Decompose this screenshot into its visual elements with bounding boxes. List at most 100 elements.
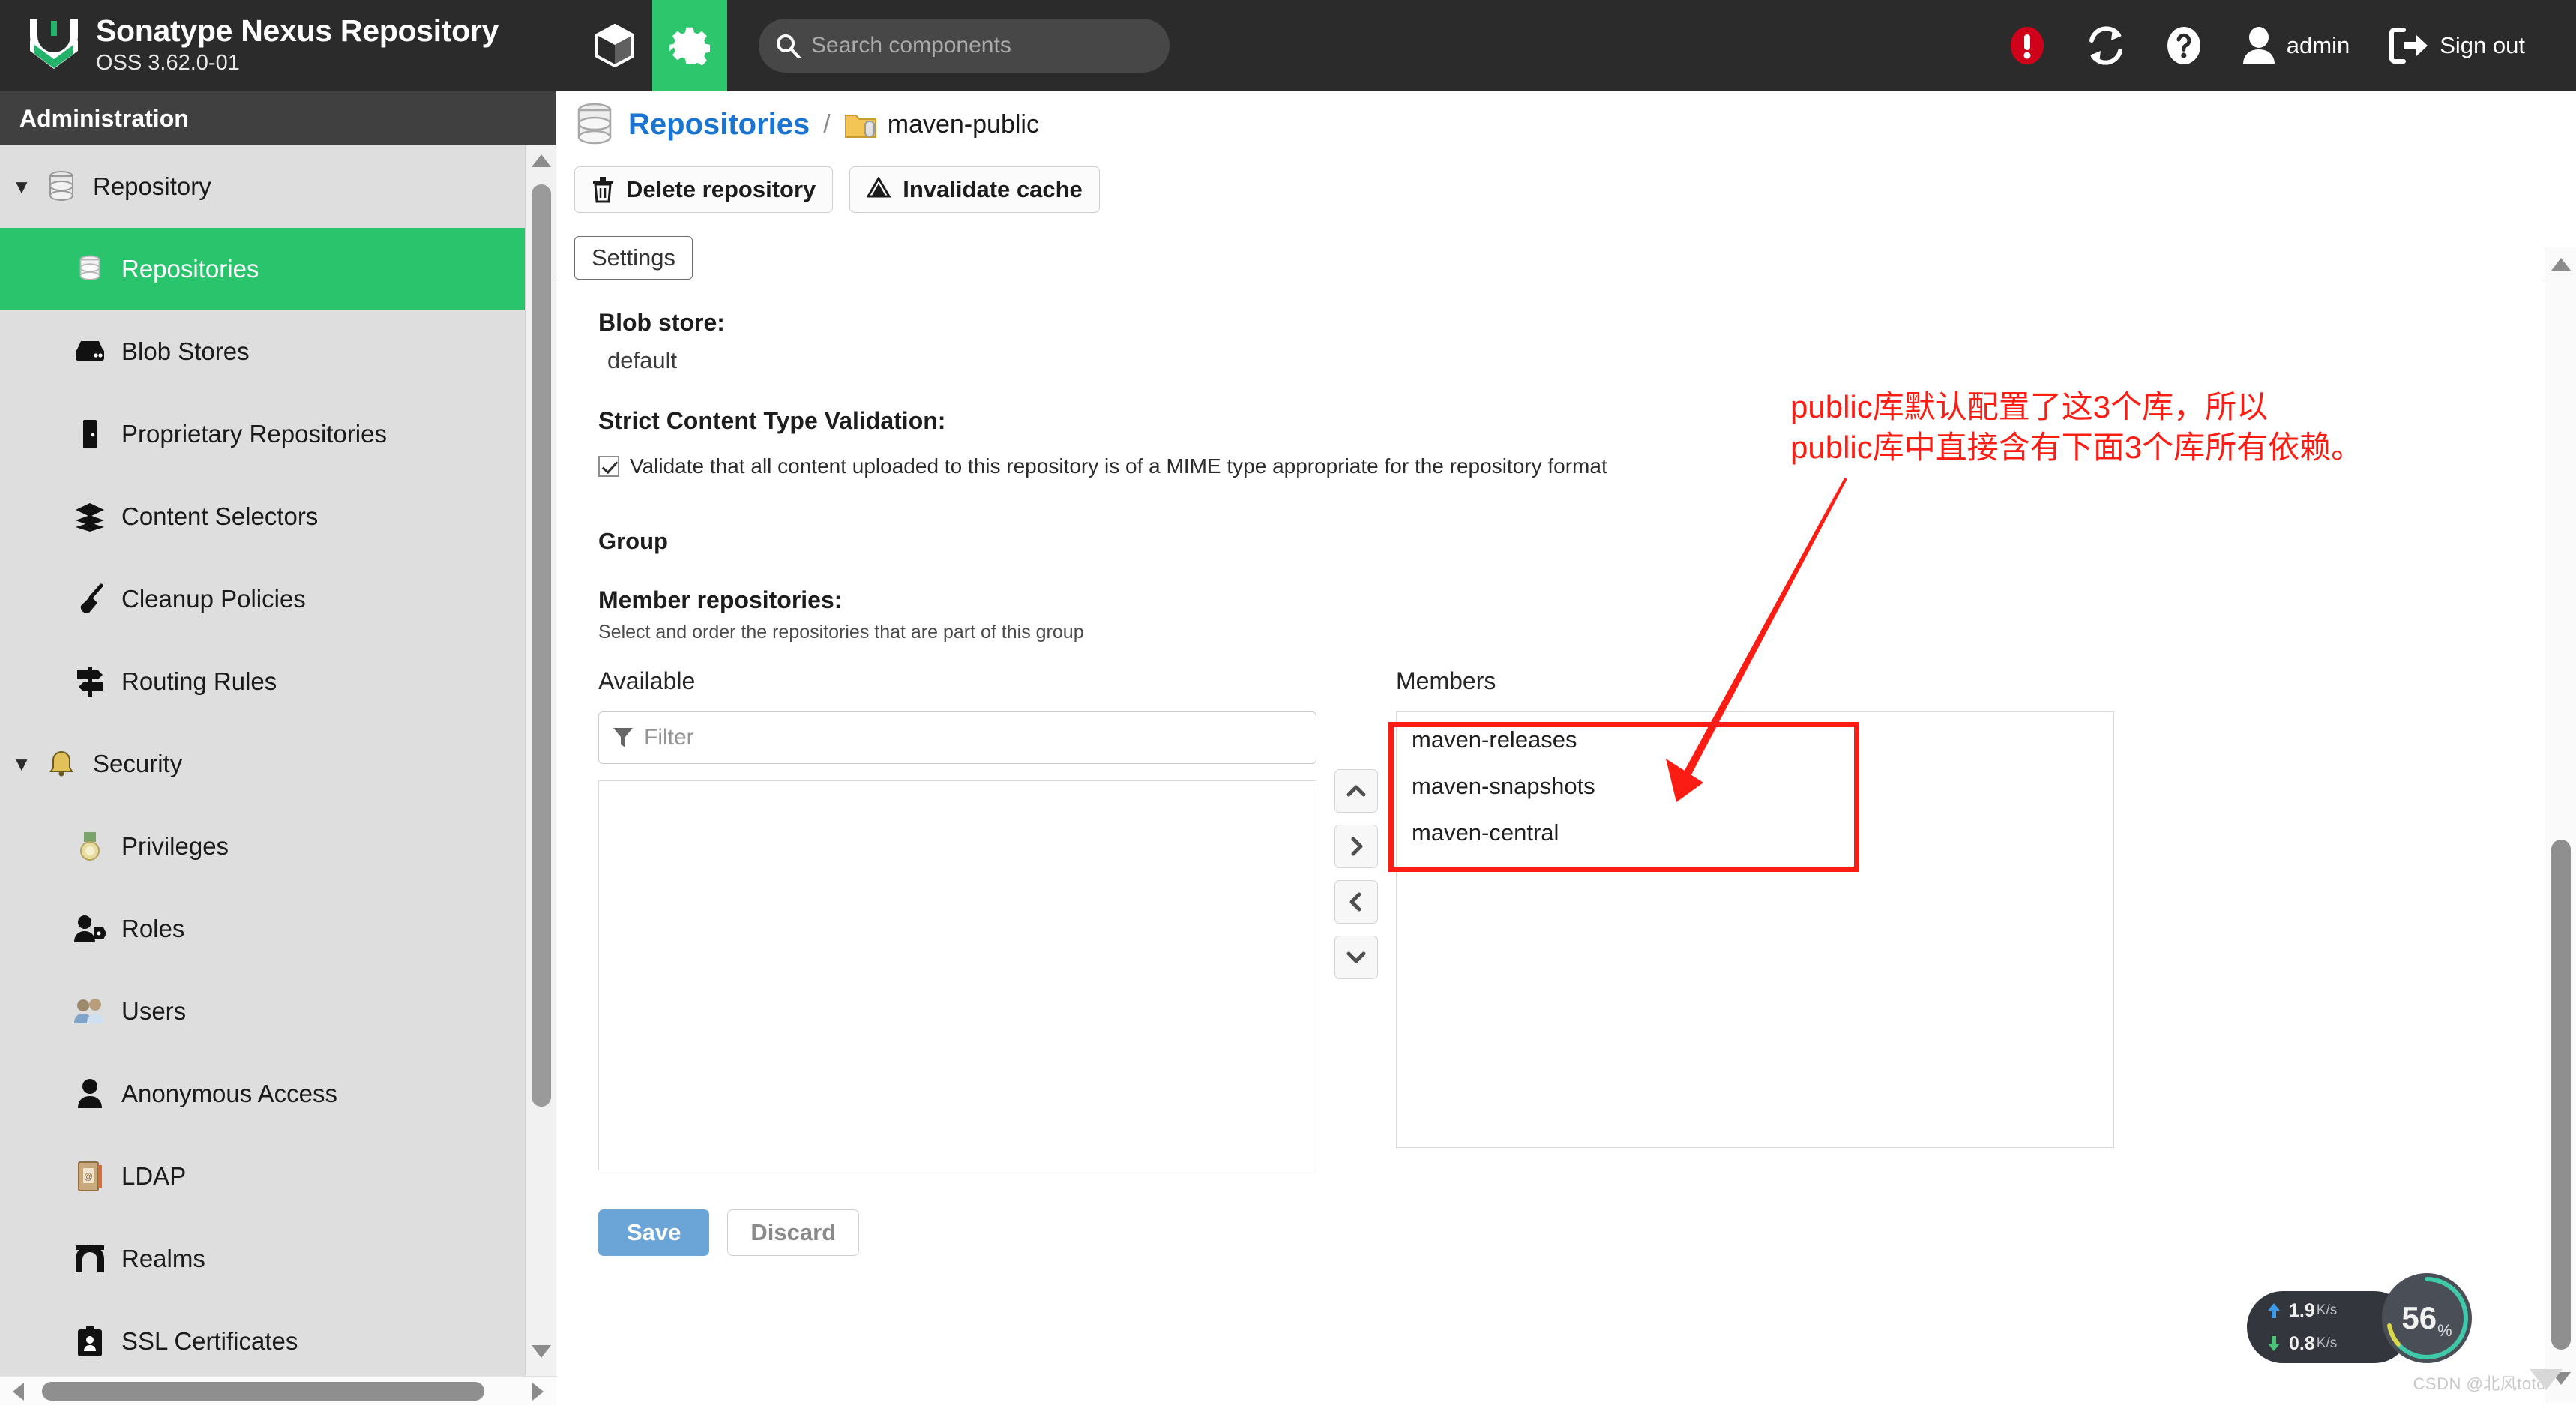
- available-filter-box[interactable]: [598, 711, 1316, 764]
- sidebar-item-privileges[interactable]: Privileges: [0, 805, 556, 888]
- chevron-down-icon: ▼: [12, 753, 31, 775]
- archway-icon: [72, 1241, 108, 1277]
- move-left-button[interactable]: [1334, 880, 1378, 924]
- chevron-down-icon: ▼: [12, 175, 31, 198]
- scroll-up-icon[interactable]: [532, 154, 551, 167]
- id-badge-icon: [72, 1323, 108, 1359]
- sidebar-item-realms[interactable]: Realms: [0, 1218, 556, 1300]
- list-item[interactable]: maven-central: [1397, 810, 2113, 856]
- sidebar-item-label: Blob Stores: [121, 337, 250, 365]
- member-repositories-label: Member repositories:: [598, 586, 843, 613]
- scrollbar-thumb[interactable]: [42, 1382, 484, 1401]
- invalidate-cache-button[interactable]: Invalidate cache: [849, 166, 1100, 213]
- blob-store-label: Blob store:: [598, 309, 725, 336]
- layers-icon: [72, 499, 108, 535]
- breadcrumb: Repositories / maven-public: [556, 91, 2576, 157]
- sidebar-item-label: Privileges: [121, 832, 229, 860]
- annotation-note: public库默认配置了这3个库，所以 public库中直接含有下面3个库所有依…: [1790, 387, 2548, 468]
- sidebar-item-users[interactable]: Users: [0, 970, 556, 1053]
- scrollbar-thumb[interactable]: [2551, 840, 2571, 1350]
- nav-browse-button[interactable]: [577, 0, 652, 91]
- app-title: Sonatype Nexus Repository: [96, 13, 499, 48]
- database-icon: [72, 251, 108, 287]
- delete-repository-button[interactable]: Delete repository: [574, 166, 834, 213]
- discard-button[interactable]: Discard: [727, 1209, 860, 1256]
- network-monitor-widget[interactable]: 1.9 K/s 0.8 K/s 56 %: [2247, 1273, 2517, 1363]
- available-list[interactable]: [598, 780, 1316, 1170]
- main-vertical-scrollbar[interactable]: [2545, 247, 2576, 1402]
- search-icon: [777, 34, 801, 58]
- chevron-left-icon: [1349, 892, 1361, 912]
- sidebar-item-label: Anonymous Access: [121, 1080, 337, 1107]
- move-right-button[interactable]: [1334, 825, 1378, 868]
- move-up-button[interactable]: [1334, 769, 1378, 813]
- sidebar-item-label: Repository: [93, 172, 211, 200]
- tab-settings[interactable]: Settings: [574, 236, 693, 280]
- member-transfer-widget: Available Filter Members maven-releases …: [598, 643, 2576, 1170]
- eraser-icon: [867, 177, 891, 198]
- member-repositories-note: Select and order the repositories that a…: [598, 622, 1084, 643]
- move-down-button[interactable]: [1334, 936, 1378, 979]
- help-button[interactable]: [2146, 0, 2222, 91]
- user-tag-icon: [72, 911, 108, 947]
- download-speed-value: 0.8: [2289, 1332, 2315, 1354]
- sidebar-item-repository[interactable]: ▼ Repository: [0, 145, 556, 228]
- repository-toolbar: Delete repository Invalidate cache: [556, 157, 2576, 228]
- search-box[interactable]: [759, 19, 1170, 73]
- scroll-right-icon[interactable]: [532, 1383, 544, 1401]
- available-filter-input[interactable]: [644, 725, 1302, 750]
- sign-out-icon: [2389, 28, 2428, 64]
- sidebar-item-cleanup-policies[interactable]: Cleanup Policies: [0, 558, 556, 640]
- sidebar-item-content-selectors[interactable]: Content Selectors: [0, 475, 556, 558]
- scrollbar-thumb[interactable]: [532, 184, 551, 1107]
- members-column: Members maven-releases maven-snapshots m…: [1396, 667, 2114, 1148]
- save-button[interactable]: Save: [598, 1209, 710, 1256]
- sidebar-vertical-scrollbar[interactable]: [525, 145, 556, 1376]
- strict-validation-checkbox[interactable]: [598, 456, 619, 477]
- search-input[interactable]: [811, 33, 1153, 58]
- bell-icon: [43, 746, 79, 782]
- nav-administration-button[interactable]: [652, 0, 727, 91]
- annotation-line-1: public库默认配置了这3个库，所以: [1790, 389, 2269, 424]
- breadcrumb-separator: /: [823, 109, 831, 139]
- available-title: Available: [598, 667, 696, 694]
- sidebar-item-security[interactable]: ▼ Security: [0, 723, 556, 805]
- list-item[interactable]: maven-releases: [1397, 717, 2113, 763]
- refresh-icon: [2089, 26, 2122, 65]
- sidebar-item-label: Cleanup Policies: [121, 585, 306, 613]
- alert-circle-icon: [2010, 27, 2044, 64]
- available-column: Available: [598, 667, 1316, 1170]
- sidebar-nav[interactable]: ▼ Repository Repositories Blob Stores Pr…: [0, 145, 556, 1376]
- cpu-gauge[interactable]: 56 %: [2382, 1273, 2472, 1363]
- sidebar-item-ssl-certificates[interactable]: SSL Certificates: [0, 1300, 556, 1376]
- members-list[interactable]: maven-releases maven-snapshots maven-cen…: [1396, 711, 2114, 1148]
- alerts-button[interactable]: [1988, 0, 2066, 91]
- sidebar-horizontal-scrollbar[interactable]: [0, 1376, 556, 1405]
- chevron-down-icon: [1346, 951, 1366, 963]
- trash-icon: [593, 177, 613, 203]
- sidebar-item-anonymous-access[interactable]: Anonymous Access: [0, 1053, 556, 1135]
- nexus-logo-icon: [30, 19, 78, 69]
- breadcrumb-root-link[interactable]: Repositories: [628, 108, 810, 142]
- users-icon: [72, 993, 108, 1029]
- scroll-up-icon[interactable]: [2551, 258, 2571, 271]
- scroll-down-icon[interactable]: [532, 1345, 551, 1358]
- list-item[interactable]: maven-snapshots: [1397, 763, 2113, 810]
- refresh-button[interactable]: [2066, 0, 2146, 91]
- sidebar-item-repositories[interactable]: Repositories: [0, 228, 556, 310]
- blob-store-value: default: [607, 347, 678, 373]
- upload-speed-unit: K/s: [2316, 1302, 2338, 1318]
- sidebar-item-ldap[interactable]: @ LDAP: [0, 1135, 556, 1218]
- sidebar-item-blob-stores[interactable]: Blob Stores: [0, 310, 556, 393]
- sidebar-item-roles[interactable]: Roles: [0, 888, 556, 970]
- brand-text: Sonatype Nexus Repository OSS 3.62.0-01: [96, 13, 499, 76]
- sign-out-button[interactable]: Sign out: [2369, 0, 2545, 91]
- scroll-left-icon[interactable]: [13, 1383, 24, 1401]
- sidebar-item-label: Roles: [121, 915, 185, 942]
- download-arrow-icon: [2268, 1336, 2280, 1351]
- sidebar-item-routing-rules[interactable]: Routing Rules: [0, 640, 556, 723]
- sidebar-item-label: Security: [93, 750, 183, 777]
- user-menu[interactable]: admin: [2222, 0, 2369, 91]
- invalidate-cache-label: Invalidate cache: [903, 176, 1083, 202]
- sidebar-item-proprietary-repositories[interactable]: Proprietary Repositories: [0, 393, 556, 475]
